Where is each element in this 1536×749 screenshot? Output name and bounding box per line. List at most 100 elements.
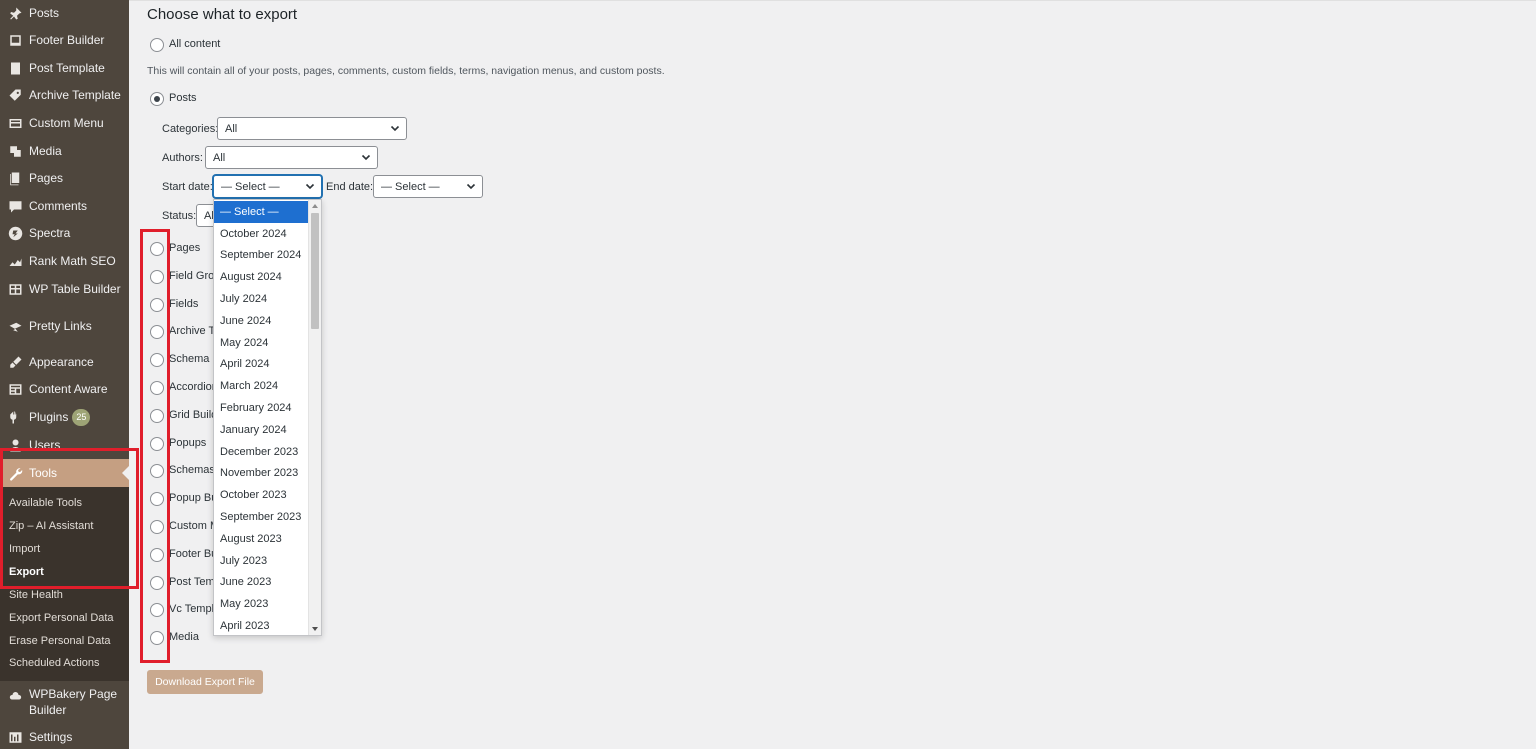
submenu-item-zip-ai-assistant[interactable]: Zip – AI Assistant <box>9 520 93 532</box>
page-heading: Choose what to export <box>147 6 298 23</box>
pin-icon <box>7 5 23 21</box>
sidebar-item-posts[interactable]: Posts <box>0 0 129 26</box>
scrollbar-thumb[interactable] <box>311 213 319 329</box>
sidebar-item-label: Appearance <box>29 355 94 369</box>
sidebar-item-footer-builder[interactable]: Footer Builder <box>0 27 129 53</box>
post-type-radio[interactable] <box>150 575 164 590</box>
post-type-radio[interactable] <box>150 492 164 507</box>
dropdown-option[interactable]: September 2023 <box>214 506 309 528</box>
sidebar-item-wpbakery-page-builder[interactable]: WPBakery Page Builder <box>0 686 129 720</box>
dropdown-option[interactable]: August 2023 <box>214 528 309 550</box>
update-count-badge: 25 <box>72 408 91 426</box>
chevron-down-icon <box>390 123 400 133</box>
authors-value: All <box>213 151 226 164</box>
post-type-radio[interactable] <box>150 464 164 479</box>
menu-icon <box>7 115 23 131</box>
post-type-radio[interactable] <box>150 297 164 312</box>
sidebar-item-label: Settings <box>29 730 73 744</box>
dropdown-scrollbar[interactable] <box>308 200 321 635</box>
dropdown-option[interactable]: — Select — <box>214 201 309 223</box>
dropdown-option[interactable]: May 2023 <box>214 593 309 615</box>
post-type-radio[interactable] <box>150 631 164 646</box>
dropdown-option[interactable]: April 2023 <box>214 615 309 635</box>
submenu-item-export[interactable]: Export <box>9 566 44 578</box>
user-icon <box>7 437 23 453</box>
cloud-icon <box>7 688 23 704</box>
posts-label: Posts <box>169 92 197 104</box>
submenu-item-scheduled-actions[interactable]: Scheduled Actions <box>9 657 100 669</box>
table-icon <box>7 281 23 297</box>
posts-radio[interactable] <box>150 92 164 106</box>
dropdown-option[interactable]: March 2024 <box>214 375 309 397</box>
sidebar-item-pages[interactable]: Pages <box>0 165 129 191</box>
sidebar-item-label: Archive Template <box>29 88 121 102</box>
post-type-radio[interactable] <box>150 603 164 618</box>
authors-label: Authors: <box>162 152 203 164</box>
start-date-select[interactable]: — Select — <box>213 175 322 198</box>
dropdown-option[interactable]: April 2024 <box>214 354 309 376</box>
dropdown-option[interactable]: May 2024 <box>214 332 309 354</box>
sidebar-item-tools[interactable]: Tools <box>0 459 129 487</box>
sidebar-item-settings[interactable]: Settings <box>0 724 129 749</box>
sidebar-item-plugins[interactable]: Plugins 25 <box>0 404 129 430</box>
dropdown-option[interactable]: December 2023 <box>214 441 309 463</box>
sidebar-item-label: Users <box>29 438 61 452</box>
dropdown-option[interactable]: January 2024 <box>214 419 309 441</box>
end-date-select[interactable]: — Select — <box>373 175 483 198</box>
all-content-radio[interactable] <box>150 38 164 52</box>
sidebar-item-appearance[interactable]: Appearance <box>0 349 129 375</box>
start-date-dropdown-list[interactable]: — Select — October 2024 September 2024 Augu… <box>213 199 322 636</box>
submenu-item-export-personal-data[interactable]: Export Personal Data <box>9 612 114 624</box>
sidebar-item-comments[interactable]: Comments <box>0 193 129 219</box>
categories-select[interactable]: All <box>217 117 407 140</box>
dropdown-option[interactable]: September 2024 <box>214 245 309 267</box>
dropdown-option[interactable]: February 2024 <box>214 397 309 419</box>
sidebar-item-label: Comments <box>29 199 88 213</box>
dropdown-option[interactable]: August 2024 <box>214 266 309 288</box>
sidebar-item-custom-menu[interactable]: Custom Menu <box>0 110 129 136</box>
post-type-radio[interactable] <box>150 408 164 423</box>
post-type-label: Schema <box>169 353 210 366</box>
sidebar-item-spectra[interactable]: Spectra <box>0 220 129 246</box>
sidebar-item-users[interactable]: Users <box>0 432 129 458</box>
sidebar-item-pretty-links[interactable]: Pretty Links <box>0 313 129 339</box>
post-type-radio[interactable] <box>150 353 164 368</box>
post-type-label: Pages <box>169 242 201 254</box>
sidebar-item-rank-math-seo[interactable]: Rank Math SEO <box>0 248 129 274</box>
submenu-item-available-tools[interactable]: Available Tools <box>9 497 82 509</box>
dropdown-option[interactable]: October 2024 <box>214 223 309 245</box>
dropdown-option[interactable]: June 2023 <box>214 572 309 594</box>
sidebar-item-archive-template[interactable]: Archive Template <box>0 82 129 108</box>
submenu-item-erase-personal-data[interactable]: Erase Personal Data <box>9 635 111 647</box>
dropdown-option[interactable]: October 2023 <box>214 484 309 506</box>
submenu-item-site-health[interactable]: Site Health <box>9 589 63 601</box>
post-type-label: Accordion <box>169 381 218 393</box>
post-type-radio[interactable] <box>150 269 164 284</box>
sidebar-item-label: WPBakery Page Builder <box>29 687 118 717</box>
post-type-radio[interactable] <box>150 325 164 340</box>
sidebar-item-content-aware[interactable]: Content Aware <box>0 376 129 402</box>
submenu-item-import[interactable]: Import <box>9 543 40 555</box>
dropdown-option[interactable]: July 2023 <box>214 550 309 572</box>
chevron-down-icon <box>305 181 315 191</box>
post-type-radio[interactable] <box>150 547 164 562</box>
scroll-up-arrow-icon[interactable] <box>312 204 318 208</box>
sidebar-item-wp-table-builder[interactable]: WP Table Builder <box>0 276 129 302</box>
post-type-radio[interactable] <box>150 242 164 256</box>
status-label: Status: <box>162 210 197 222</box>
authors-select[interactable]: All <box>205 146 378 169</box>
sidebar-item-media[interactable]: Media <box>0 138 129 164</box>
post-type-label: Media <box>169 631 199 644</box>
sidebar-item-label: Media <box>29 144 62 158</box>
dropdown-option[interactable]: June 2024 <box>214 310 309 332</box>
post-type-radio[interactable] <box>150 520 164 534</box>
dropdown-option[interactable]: November 2023 <box>214 463 309 485</box>
sidebar-item-post-template[interactable]: Post Template <box>0 55 129 81</box>
post-type-radio[interactable] <box>150 381 164 395</box>
sidebar-item-label: Pages <box>29 171 64 185</box>
brush-icon <box>7 354 23 370</box>
scroll-down-arrow-icon[interactable] <box>312 627 318 631</box>
download-export-button[interactable]: Download Export File <box>147 670 263 694</box>
dropdown-option[interactable]: July 2024 <box>214 288 309 310</box>
post-type-radio[interactable] <box>150 436 164 451</box>
